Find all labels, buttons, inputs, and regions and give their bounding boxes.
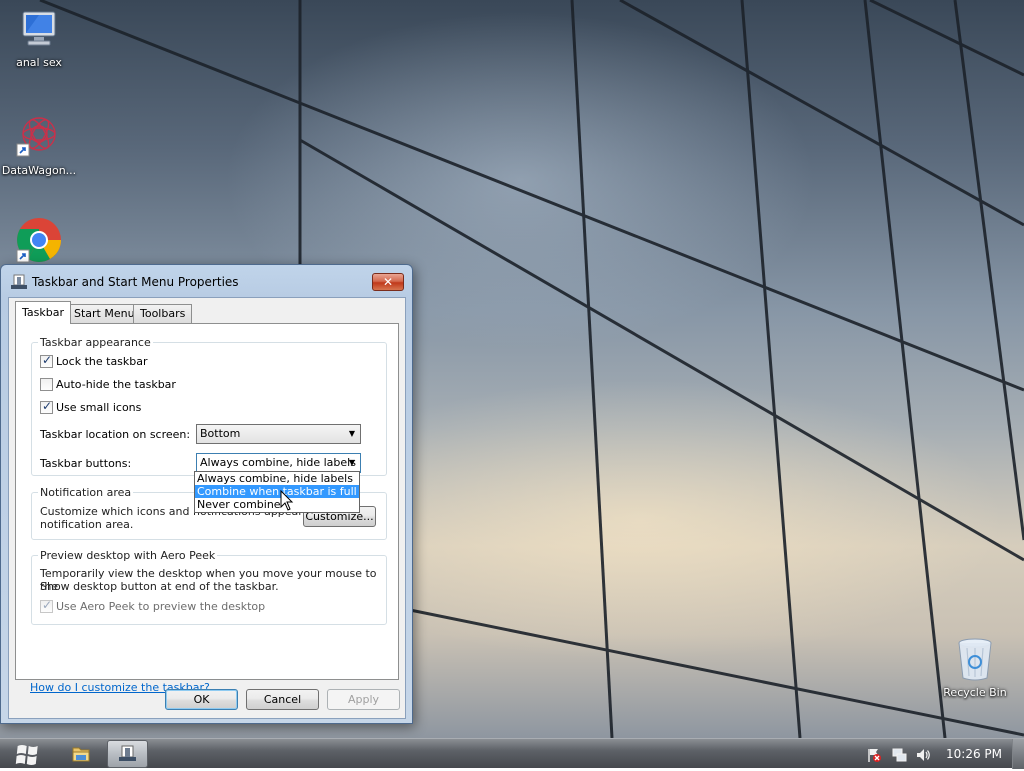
- dialog-titlebar[interactable]: Taskbar and Start Menu Properties ✕: [1, 265, 412, 299]
- apply-button[interactable]: Apply: [327, 689, 400, 710]
- tab-toolbars[interactable]: Toolbars: [133, 304, 193, 323]
- group-title: Taskbar appearance: [38, 336, 153, 349]
- action-center-flag-icon[interactable]: [866, 747, 882, 763]
- select-value: Bottom: [200, 427, 241, 440]
- group-title: Notification area: [38, 486, 134, 499]
- desktop-icon-label: Recycle Bin: [943, 686, 1007, 699]
- taskbar-properties-icon: [119, 745, 136, 761]
- windows-logo-icon: [15, 745, 38, 765]
- taskbar-location-select[interactable]: Bottom ▼: [196, 424, 361, 444]
- taskbar-clock[interactable]: 10:26 PM: [940, 747, 1008, 761]
- checkbox-label: Lock the taskbar: [56, 355, 148, 368]
- tab-label: Start Menu: [74, 307, 135, 320]
- button-label: Cancel: [263, 693, 302, 706]
- aero-peek-description-line2: Show desktop button at end of the taskba…: [40, 580, 279, 593]
- volume-icon[interactable]: [915, 747, 931, 763]
- aero-peek-checkbox[interactable]: Use Aero Peek to preview the desktop: [40, 599, 266, 614]
- tab-label: Taskbar: [22, 306, 64, 319]
- desktop-icon-computer[interactable]: anal sex: [0, 8, 79, 69]
- aero-peek-group: Preview desktop with Aero Peek Temporari…: [31, 549, 387, 625]
- notification-description-line2: notification area.: [40, 518, 134, 531]
- close-icon: ✕: [382, 275, 394, 289]
- button-label: Apply: [347, 693, 380, 706]
- select-value: Always combine, hide labels: [200, 456, 356, 469]
- desktop-icon-recycle-bin[interactable]: Recycle Bin: [935, 636, 1015, 699]
- show-desktop-button[interactable]: [1012, 739, 1024, 769]
- ok-button[interactable]: OK: [165, 689, 238, 710]
- close-button[interactable]: ✕: [372, 273, 404, 291]
- auto-hide-taskbar-checkbox[interactable]: Auto-hide the taskbar: [40, 378, 176, 392]
- taskbar-properties-button[interactable]: [107, 740, 148, 768]
- checkbox-box[interactable]: [40, 378, 53, 391]
- taskbar-buttons-select[interactable]: Always combine, hide labels ▼: [196, 453, 361, 473]
- file-explorer-icon: [72, 747, 90, 762]
- lock-taskbar-checkbox[interactable]: Lock the taskbar: [40, 354, 148, 369]
- taskbar-location-label: Taskbar location on screen:: [40, 428, 191, 441]
- group-title: Preview desktop with Aero Peek: [38, 549, 218, 562]
- checkbox-label: Use small icons: [56, 401, 142, 414]
- use-small-icons-checkbox[interactable]: Use small icons: [40, 400, 142, 415]
- checkbox-label: Auto-hide the taskbar: [56, 378, 176, 391]
- dropdown-option-highlighted[interactable]: Combine when taskbar is full: [195, 485, 359, 498]
- taskbar-properties-icon: [11, 274, 27, 289]
- network-icon[interactable]: [891, 747, 907, 763]
- taskbar-buttons-dropdown-list: Always combine, hide labels Combine when…: [194, 471, 360, 513]
- datawagon-icon: [16, 117, 56, 157]
- checkbox-label: Use Aero Peek to preview the desktop: [56, 600, 266, 613]
- computer-icon: [22, 11, 56, 46]
- desktop-icon-label: DataWagon...: [1, 164, 77, 177]
- start-button[interactable]: [6, 740, 50, 768]
- desktop-icon-datawagon[interactable]: DataWagon...: [0, 112, 79, 177]
- desktop-icon-chrome[interactable]: [0, 216, 79, 264]
- mouse-cursor-icon: [280, 490, 294, 511]
- chevron-down-icon: ▼: [348, 458, 355, 467]
- desktop-icon-label: anal sex: [16, 56, 62, 69]
- cancel-button[interactable]: Cancel: [246, 689, 319, 710]
- tab-start-menu[interactable]: Start Menu: [67, 304, 142, 323]
- taskbar: 10:26 PM: [0, 738, 1024, 769]
- taskbar-appearance-group: Taskbar appearance Lock the taskbar Auto…: [31, 336, 387, 476]
- tab-taskbar[interactable]: Taskbar: [15, 301, 71, 324]
- dialog-title: Taskbar and Start Menu Properties: [32, 275, 239, 289]
- taskbar-buttons-label: Taskbar buttons:: [40, 457, 132, 470]
- chevron-down-icon: ▼: [348, 429, 355, 438]
- checkbox-box[interactable]: [40, 354, 53, 368]
- recycle-bin-icon: [958, 638, 992, 681]
- dropdown-option[interactable]: Always combine, hide labels: [195, 472, 359, 485]
- tab-label: Toolbars: [140, 307, 186, 320]
- button-label: OK: [193, 693, 210, 706]
- taskbar-explorer-button[interactable]: [61, 740, 101, 768]
- chrome-icon: [16, 218, 61, 263]
- dropdown-option[interactable]: Never combine: [195, 498, 359, 511]
- checkbox-box[interactable]: [40, 599, 53, 613]
- checkbox-box[interactable]: [40, 400, 53, 414]
